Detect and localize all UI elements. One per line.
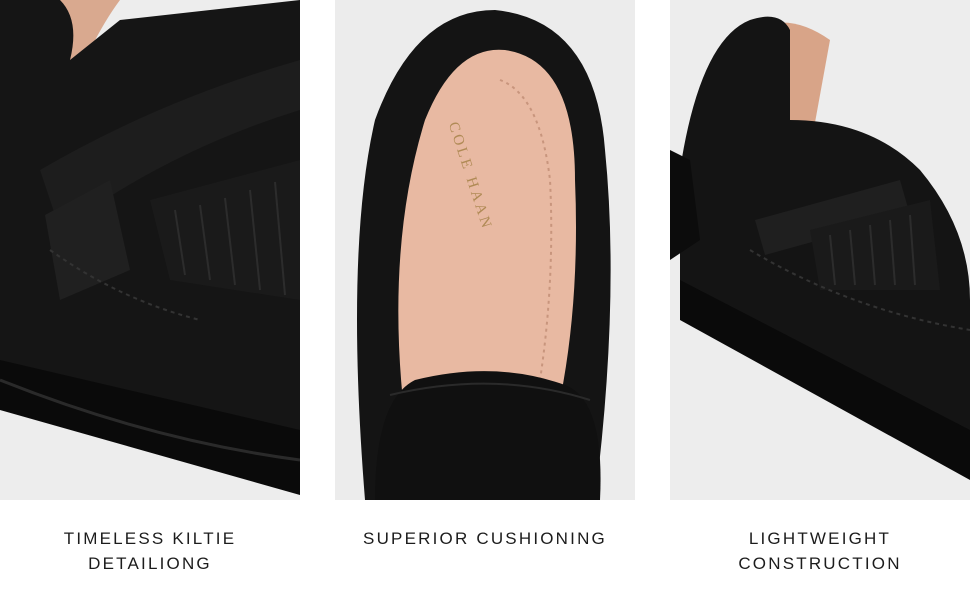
- feature-panel-kiltie: TIMELESS KILTIE DETAILIONG: [0, 0, 300, 600]
- cushioning-detail-photo: COLE HAAN: [335, 0, 635, 500]
- caption-line: TIMELESS KILTIE: [63, 529, 237, 548]
- kiltie-loafer-closeup-icon: [0, 0, 300, 500]
- footbed-closeup-icon: [335, 0, 635, 500]
- caption-line: SUPERIOR CUSHIONING: [363, 529, 607, 548]
- feature-caption-kiltie: TIMELESS KILTIE DETAILIONG: [0, 526, 300, 576]
- feature-panel-construction: LIGHTWEIGHT CONSTRUCTION: [670, 0, 970, 600]
- feature-panel-cushioning: COLE HAAN SUPERIOR CUSHIONING: [335, 0, 635, 600]
- kiltie-detail-photo: [0, 0, 300, 500]
- caption-line: DETAILIONG: [88, 554, 212, 573]
- feature-caption-construction: LIGHTWEIGHT CONSTRUCTION: [670, 526, 970, 576]
- feature-caption-cushioning: SUPERIOR CUSHIONING: [335, 526, 635, 551]
- caption-line: CONSTRUCTION: [738, 554, 902, 573]
- caption-line: LIGHTWEIGHT: [748, 529, 892, 548]
- construction-detail-photo: [670, 0, 970, 500]
- loafer-side-view-icon: [670, 0, 970, 500]
